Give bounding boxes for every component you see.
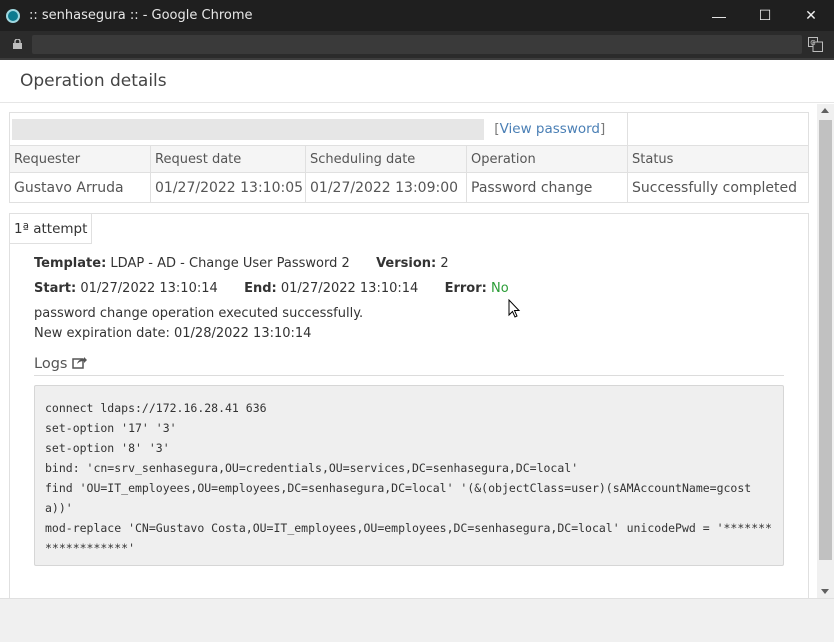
lock-icon[interactable] <box>13 39 22 49</box>
table-row: Gustavo Arruda 01/27/2022 13:10:05 01/27… <box>9 172 809 203</box>
logs-title: Logs <box>34 356 68 372</box>
empty-cell <box>627 112 809 146</box>
page-title: Operation details <box>20 71 167 91</box>
translate-icon[interactable]: G <box>808 37 823 52</box>
table-header-row: Requester Request date Scheduling date O… <box>9 145 809 173</box>
template-value: LDAP - AD - Change User Password 2 <box>110 256 350 271</box>
log-line: connect ldaps://172.16.28.41 636 <box>45 401 267 415</box>
window-title: :: senhasegura :: - Google Chrome <box>29 8 253 23</box>
tab-first-attempt[interactable]: 1ª attempt <box>10 214 93 244</box>
column-header-scheduling-date: Scheduling date <box>305 145 467 173</box>
svg-text:G: G <box>810 39 815 47</box>
template-label: Template: <box>34 256 107 271</box>
export-icon[interactable] <box>72 356 88 369</box>
log-line: set-option '17' '3' <box>45 421 177 435</box>
log-line: find 'OU=IT_employees,OU=employees,DC=se… <box>45 481 752 515</box>
column-header-status: Status <box>627 145 809 173</box>
page: Operation details [View password] Reques… <box>0 60 834 598</box>
operation-content: [View password] Requester Request date S… <box>0 104 817 598</box>
end-value: 01/27/2022 13:10:14 <box>280 281 419 296</box>
password-cell: [View password] <box>9 112 628 146</box>
url-field[interactable] <box>32 35 802 54</box>
page-header: Operation details <box>0 60 834 103</box>
timing-line: Start: 01/27/2022 13:10:14 End: 01/27/20… <box>34 281 509 296</box>
log-line: bind: 'cn=srv_senhasegura,OU=credentials… <box>45 461 579 475</box>
attempt-panel: 1ª attempt Template: LDAP - AD - Change … <box>9 213 809 598</box>
dialog-footer <box>0 598 834 642</box>
request-date-value: 01/27/2022 13:10:05 <box>150 172 306 203</box>
error-value: No <box>490 281 509 296</box>
column-header-request-date: Request date <box>150 145 306 173</box>
scrollbar-thumb[interactable] <box>819 120 832 560</box>
operation-info-table: [View password] Requester Request date S… <box>9 112 809 203</box>
expiration-value: 01/28/2022 13:10:14 <box>174 326 312 341</box>
version-label: Version: <box>376 256 437 271</box>
error-label: Error: <box>444 281 487 296</box>
logs-box: connect ldaps://172.16.28.41 636 set-opt… <box>34 385 784 566</box>
view-password-label[interactable]: View password <box>500 121 600 137</box>
start-label: Start: <box>34 281 77 296</box>
mouse-cursor-icon <box>508 299 521 318</box>
requester-value: Gustavo Arruda <box>9 172 151 203</box>
scheduling-date-value: 01/27/2022 13:09:00 <box>305 172 467 203</box>
senhasegura-app-icon <box>6 8 20 23</box>
expiration-line: New expiration date: 01/28/2022 13:10:14 <box>34 326 311 341</box>
column-header-requester: Requester <box>9 145 151 173</box>
view-password-link[interactable]: [View password] <box>494 121 605 137</box>
result-message: password change operation executed succe… <box>34 306 364 321</box>
end-label: End: <box>244 281 277 296</box>
window-titlebar: :: senhasegura :: - Google Chrome — ☐ ✕ <box>0 0 834 31</box>
close-button[interactable]: ✕ <box>788 0 834 31</box>
status-value: Successfully completed <box>627 172 809 203</box>
log-line: mod-replace 'CN=Gustavo Costa,OU=IT_empl… <box>45 521 772 555</box>
column-header-operation: Operation <box>466 145 628 173</box>
vertical-scrollbar[interactable] <box>817 104 834 598</box>
bracket-close: ] <box>600 121 606 137</box>
address-bar: G <box>0 31 834 58</box>
operation-value: Password change <box>466 172 628 203</box>
password-row: [View password] <box>9 112 809 146</box>
minimize-button[interactable]: — <box>696 0 742 31</box>
log-line: set-option '8' '3' <box>45 441 170 455</box>
maximize-button[interactable]: ☐ <box>742 0 788 31</box>
redacted-credential <box>12 118 484 140</box>
scroll-down-arrow-icon[interactable] <box>821 589 829 594</box>
version-value: 2 <box>440 256 449 271</box>
start-value: 01/27/2022 13:10:14 <box>80 281 218 296</box>
logs-header: Logs <box>34 356 784 376</box>
scroll-up-arrow-icon[interactable] <box>821 108 829 113</box>
template-line: Template: LDAP - AD - Change User Passwo… <box>34 256 449 271</box>
expiration-label: New expiration date: <box>34 326 170 341</box>
